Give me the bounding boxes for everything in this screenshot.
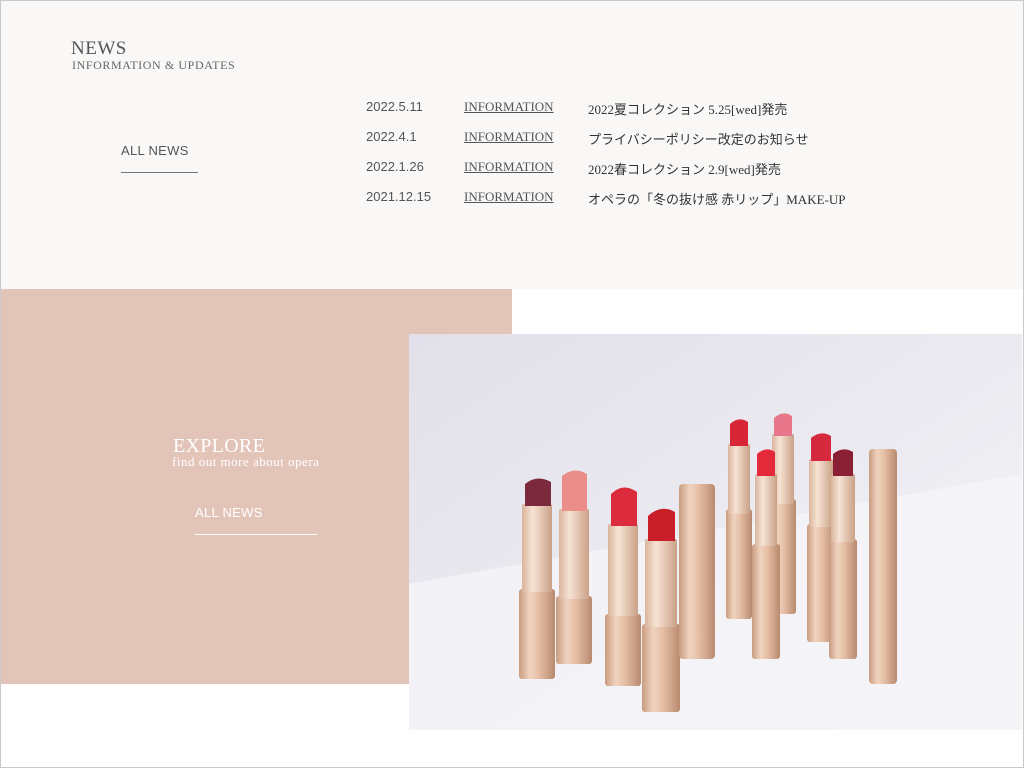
news-title[interactable]: プライバシーポリシー改定のお知らせ [588, 129, 808, 148]
news-category-link[interactable]: INFORMATION [464, 129, 554, 145]
news-title[interactable]: オペラの「冬の抜け感 赤リップ」MAKE-UP [588, 189, 845, 208]
news-date: 2021.12.15 [366, 189, 432, 204]
all-news-link[interactable]: ALL NEWS [121, 143, 189, 158]
lipstick-lineup-photo[interactable] [409, 334, 1022, 730]
explore-heading: EXPLORE [173, 435, 266, 457]
news-item[interactable]: 2022.1.26 INFORMATION 2022春コレクション 2.9[we… [366, 159, 966, 179]
news-category-link[interactable]: INFORMATION [464, 159, 554, 175]
news-item[interactable]: 2021.12.15 INFORMATION オペラの「冬の抜け感 赤リップ」M… [366, 189, 966, 209]
news-category-link[interactable]: INFORMATION [464, 99, 554, 115]
all-news-underline [121, 172, 198, 173]
news-heading: NEWS [71, 38, 127, 59]
news-item[interactable]: 2022.4.1 INFORMATION プライバシーポリシー改定のお知らせ [366, 129, 966, 149]
explore-subheading: find out more about opera [172, 454, 320, 469]
news-title[interactable]: 2022春コレクション 2.9[wed]発売 [588, 159, 781, 178]
news-date: 2022.1.26 [366, 159, 424, 174]
news-title[interactable]: 2022夏コレクション 5.25[wed]発売 [588, 99, 787, 118]
news-date: 2022.5.11 [366, 99, 423, 114]
explore-all-news-underline [195, 534, 317, 535]
news-category-link[interactable]: INFORMATION [464, 189, 554, 205]
news-item[interactable]: 2022.5.11 INFORMATION 2022夏コレクション 5.25[w… [366, 99, 966, 119]
news-date: 2022.4.1 [366, 129, 417, 144]
news-subheading: INFORMATION & UPDATES [72, 58, 236, 72]
explore-all-news-link[interactable]: ALL NEWS [195, 505, 263, 520]
